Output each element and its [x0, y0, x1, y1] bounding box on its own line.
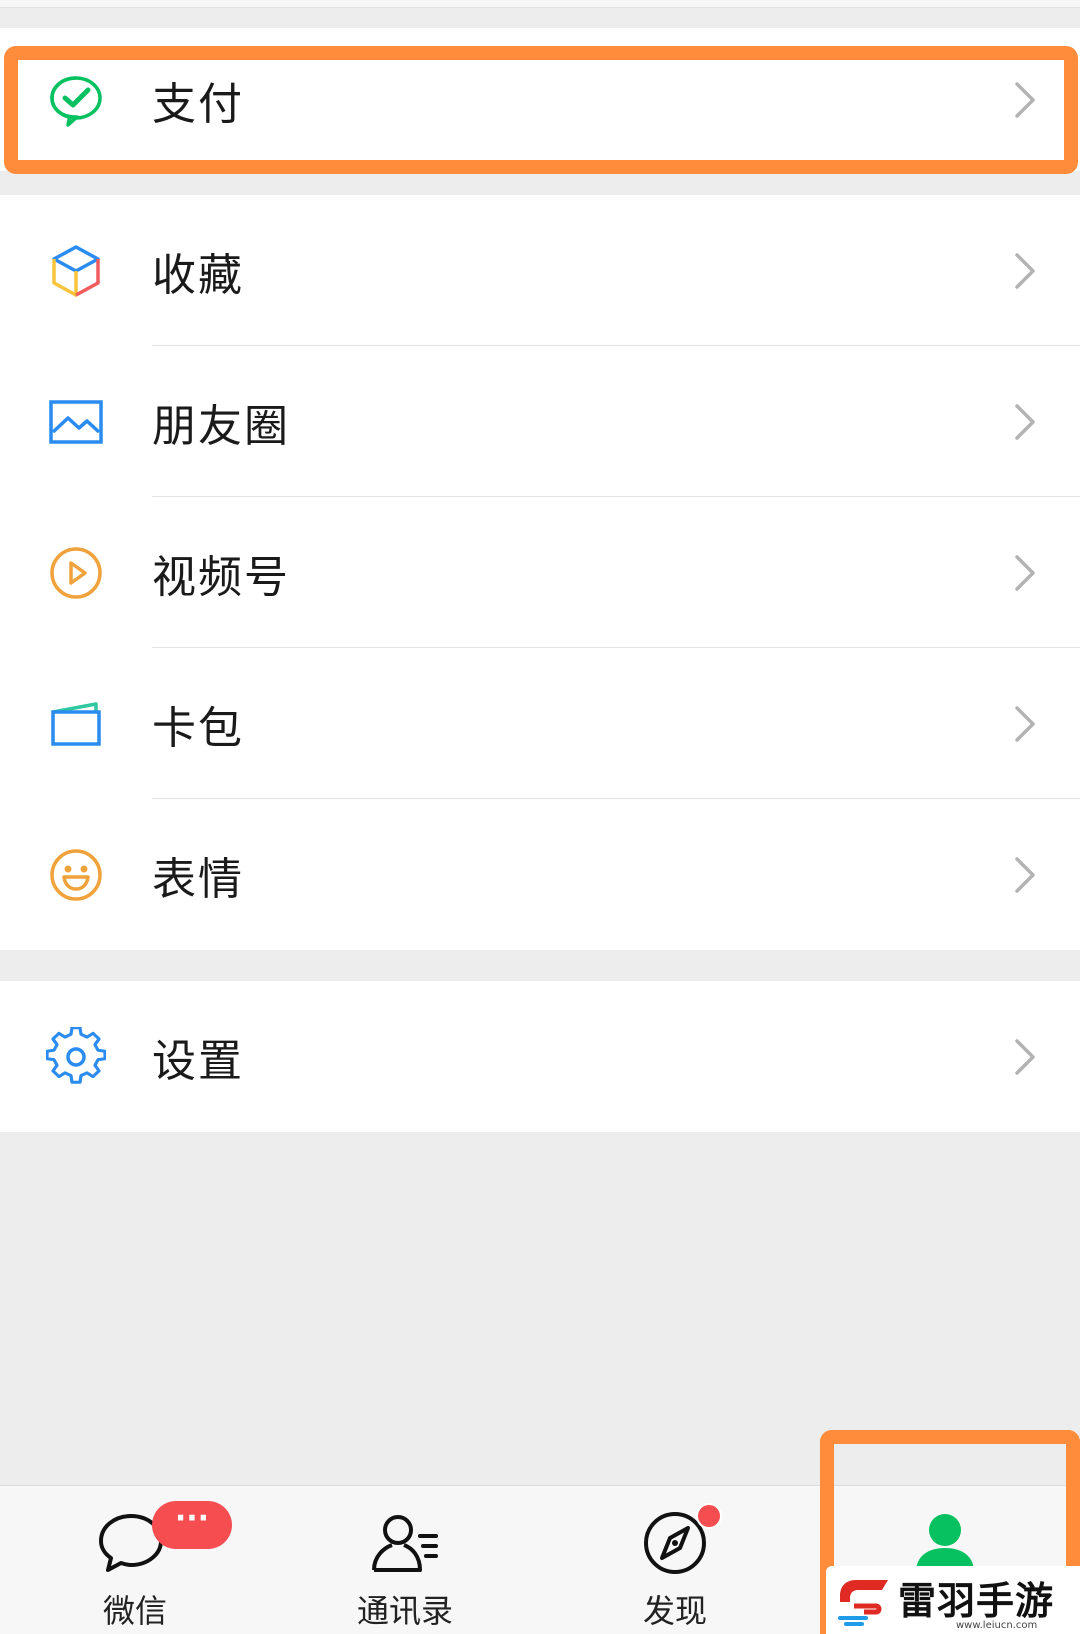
tab-chats[interactable]: ··· 微信 [0, 1486, 270, 1634]
settings-group: 设置 [0, 981, 1080, 1132]
watermark-logo-icon [836, 1576, 892, 1626]
menu-item-pay[interactable]: 支付 [0, 28, 1080, 171]
menu-item-channels[interactable]: 视频号 [0, 497, 1080, 648]
sticker-smile-icon [46, 845, 106, 905]
chevron-right-icon [1012, 553, 1038, 593]
menu-item-settings[interactable]: 设置 [0, 981, 1080, 1132]
card-wallet-icon [46, 694, 106, 754]
features-group: 收藏 朋友圈 视频号 卡包 表情 [0, 195, 1080, 950]
menu-item-channels-label: 视频号 [152, 551, 290, 603]
discover-new-dot [696, 1503, 722, 1529]
chat-unread-badge: ··· [152, 1501, 232, 1549]
chevron-right-icon [1012, 855, 1038, 895]
tab-contacts-label: 通讯录 [356, 1592, 453, 1630]
menu-item-favorites-label: 收藏 [152, 249, 244, 301]
chevron-right-icon [1012, 80, 1038, 120]
menu-item-favorites[interactable]: 收藏 [0, 195, 1080, 346]
chevron-right-icon [1012, 1037, 1038, 1077]
menu-item-moments[interactable]: 朋友圈 [0, 346, 1080, 497]
contacts-icon [368, 1506, 442, 1580]
channels-play-icon [46, 543, 106, 603]
chevron-right-icon [1012, 402, 1038, 442]
menu-item-moments-label: 朋友圈 [152, 400, 290, 452]
site-watermark: 雷羽手游网 www.leiucn.com [826, 1566, 1080, 1634]
menu-item-stickers-label: 表情 [152, 853, 244, 905]
tab-discover-label: 发现 [642, 1592, 707, 1630]
menu-item-stickers[interactable]: 表情 [0, 799, 1080, 950]
tab-discover[interactable]: 发现 [540, 1486, 810, 1634]
gear-icon [46, 1026, 106, 1087]
menu-item-card-wallet[interactable]: 卡包 [0, 648, 1080, 799]
menu-item-pay-label: 支付 [152, 78, 244, 130]
menu-item-settings-label: 设置 [152, 1035, 244, 1087]
tab-contacts[interactable]: 通讯录 [270, 1486, 540, 1634]
tab-chats-label: 微信 [102, 1592, 167, 1630]
top-strip [0, 0, 1080, 8]
watermark-url: www.leiucn.com [956, 1620, 1038, 1631]
favorites-cube-icon [46, 241, 106, 301]
menu-item-card-wallet-label: 卡包 [152, 702, 244, 754]
chevron-right-icon [1012, 704, 1038, 744]
chevron-right-icon [1012, 251, 1038, 291]
wechat-pay-icon [46, 70, 106, 130]
pay-group: 支付 [0, 28, 1080, 171]
moments-picture-icon [46, 392, 106, 452]
